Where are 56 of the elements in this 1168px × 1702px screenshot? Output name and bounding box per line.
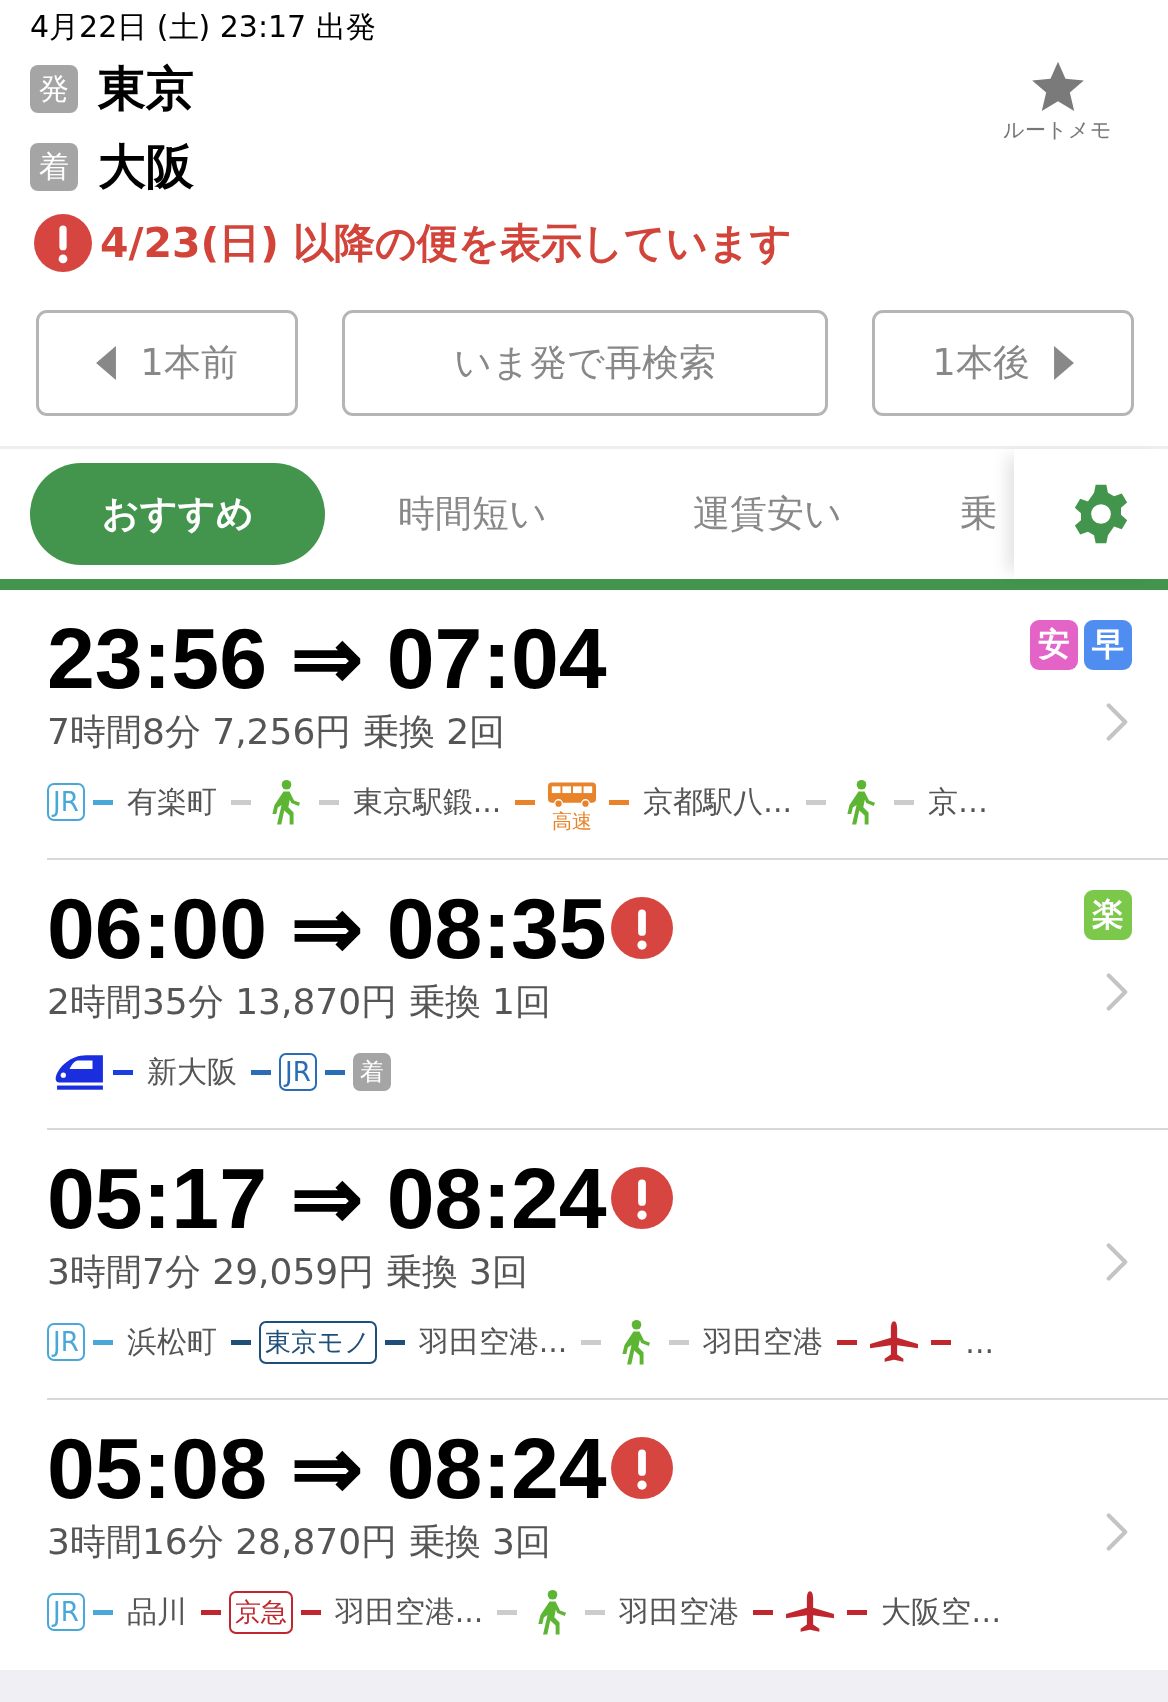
station-name: 羽田空港...	[333, 1592, 485, 1631]
route-times: 06:00 ⇒ 08:35	[47, 882, 607, 974]
station-name: 羽田空港	[618, 1592, 741, 1631]
search-button[interactable]: いま発で再検索	[342, 310, 828, 416]
search-button[interactable]: 1本前	[36, 310, 298, 416]
chevron-right-icon	[1106, 1512, 1128, 1552]
route-summary: 7時間8分 7,256円 乗換 2回	[47, 710, 507, 754]
route-summary: 3時間16分 28,870円 乗換 3回	[47, 1520, 552, 1564]
line-badge: JR	[279, 1053, 317, 1091]
route-times: 23:56 ⇒ 07:04	[47, 612, 607, 704]
departure-station: 東京	[98, 59, 194, 118]
line-badge: JR	[47, 783, 85, 821]
route-summary: 2時間35分 13,870円 乗換 1回	[47, 980, 552, 1024]
station-name: 新大阪	[146, 1052, 238, 1091]
route-item[interactable]: 05:17 ⇒ 08:24 3時間7分 29,059円 乗換 3回 JR 浜松町 東京モノ 羽田空港... 羽田空港 ...	[47, 1130, 1168, 1400]
arrival-badge: 着	[352, 1053, 391, 1091]
sort-tab[interactable]: おすすめ	[30, 463, 325, 565]
route-times: 05:08 ⇒ 08:24	[47, 1422, 607, 1514]
station-name: 大阪空…	[880, 1592, 1003, 1631]
route-item[interactable]: 06:00 ⇒ 08:35 2時間35分 13,870円 乗換 1回 新大阪 JR 着 楽	[47, 860, 1168, 1130]
line-badge: JR	[47, 1593, 85, 1631]
search-button[interactable]: 1本後	[872, 310, 1134, 416]
line-badge: JR	[47, 1323, 85, 1361]
route-item[interactable]: 05:08 ⇒ 08:24 3時間16分 28,870円 乗換 3回 JR 品川 京急 羽田空港... 羽田空港 大阪空…	[47, 1400, 1168, 1670]
chevron-right-icon	[1106, 972, 1128, 1012]
station-name: 有楽町	[125, 782, 218, 821]
sort-tab[interactable]: 乗	[915, 463, 1003, 565]
station-name: 浜松町	[125, 1322, 218, 1361]
station-name: 品川	[125, 1592, 188, 1631]
chevron-right-icon	[1106, 1242, 1128, 1282]
route-tag: 安	[1030, 620, 1078, 670]
sort-tab[interactable]: 運賃安い	[620, 463, 915, 565]
caret-icon	[1053, 346, 1074, 380]
station-name: ...	[964, 1324, 995, 1360]
route-tag: 楽	[1084, 890, 1132, 940]
arrival-badge: 着	[30, 143, 78, 191]
chevron-right-icon	[1106, 702, 1128, 742]
station-name: 京…	[926, 782, 989, 821]
arrival-station: 大阪	[98, 137, 194, 196]
line-badge: 京急	[228, 1590, 293, 1634]
route-summary: 3時間7分 29,059円 乗換 3回	[47, 1250, 529, 1294]
route-times: 05:17 ⇒ 08:24	[47, 1152, 607, 1244]
notice-message: 4/23(日) 以降の便を表示しています	[100, 217, 793, 269]
station-name: 京都駅八...	[642, 782, 793, 821]
route-item[interactable]: 23:56 ⇒ 07:04 7時間8分 7,256円 乗換 2回 JR 有楽町 東京駅鍛... 高速 京都駅八... 京… 安 早	[47, 590, 1168, 860]
station-name: 東京駅鍛...	[351, 782, 503, 821]
line-badge: 東京モノ	[258, 1320, 377, 1364]
route-memo-button[interactable]: ルートメモ	[1003, 58, 1112, 148]
alert-icon	[34, 214, 92, 272]
sort-tab[interactable]: 時間短い	[325, 463, 620, 565]
departure-badge: 発	[30, 65, 78, 113]
departure-datetime: 4月22日 (土) 23:17 出発	[30, 8, 376, 46]
station-name: 羽田空港...	[417, 1322, 569, 1361]
caret-icon	[96, 346, 117, 380]
route-tag: 早	[1084, 620, 1132, 670]
station-name: 羽田空港	[702, 1322, 825, 1361]
